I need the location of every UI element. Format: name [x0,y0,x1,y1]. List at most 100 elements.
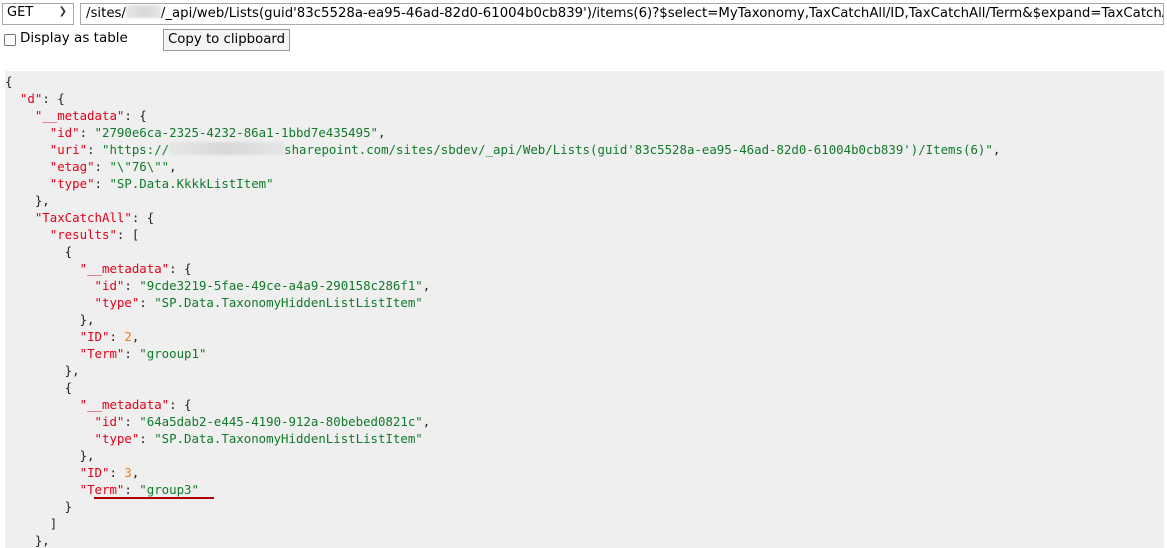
json-punctuation: { [5,244,73,259]
json-string: "SP.Data.TaxonomyHiddenListListItem" [154,295,423,310]
json-punctuation: }, [5,312,95,327]
json-punctuation [5,278,95,293]
json-line: "__metadata": { [5,107,1164,124]
json-string: sharepoint.com/sites/sbdev/_api/Web/List… [284,142,993,157]
json-punctuation [5,482,80,497]
json-punctuation [5,142,50,157]
json-punctuation: }, [5,363,80,378]
json-punctuation: : [94,176,110,191]
json-string: "group3" [139,482,199,497]
json-response-panel: { "d": { "__metadata": { "id": "2790e6ca… [5,71,1164,548]
json-line: "ID": 3, [5,464,1164,481]
json-punctuation: , [131,329,140,344]
json-punctuation [5,346,80,361]
json-line: { [5,73,1164,90]
redacted-tenant-name [169,142,285,155]
json-line: }, [5,311,1164,328]
json-string: "64a5dab2-e445-4190-912a-80bebed0821c" [139,414,423,429]
json-punctuation [5,176,50,191]
json-line: "Term": "grooup1" [5,345,1164,362]
json-line: "ID": 2, [5,328,1164,345]
json-key: "Term" [79,482,125,497]
json-punctuation: { [5,74,13,89]
json-key: "ID" [79,465,110,480]
json-punctuation: : [ [116,227,140,242]
json-punctuation [5,329,80,344]
json-punctuation: : { [169,397,192,412]
json-key: "type" [94,431,140,446]
json-punctuation: : { [169,261,192,276]
json-key: "__metadata" [79,397,170,412]
json-punctuation: : [79,125,95,140]
json-string: "https:// [102,142,170,157]
json-punctuation: ] [5,516,58,531]
copy-to-clipboard-button[interactable]: Copy to clipboard [163,29,291,51]
json-punctuation: : [124,278,140,293]
json-punctuation [5,227,50,242]
json-punctuation: , [169,159,177,174]
json-key: "Term" [79,346,125,361]
json-line: "type": "SP.Data.TaxonomyHiddenListListI… [5,294,1164,311]
json-punctuation: : { [42,91,65,106]
json-line: }, [5,447,1164,464]
json-key: "id" [94,414,125,429]
json-string: "SP.Data.KkkkListItem" [109,176,274,191]
json-line: }, [5,192,1164,209]
json-punctuation: : [139,295,155,310]
json-string: "SP.Data.TaxonomyHiddenListListItem" [154,431,423,446]
json-punctuation: } [5,499,73,514]
json-key: "__metadata" [79,261,170,276]
json-line: "id": "9cde3219-5fae-49ce-a4a9-290158c28… [5,277,1164,294]
url-prefix: /sites/ [86,6,126,21]
json-punctuation [5,159,50,174]
json-line: "id": "2790e6ca-2325-4232-86a1-1bbd7e435… [5,124,1164,141]
json-punctuation: , [422,278,431,293]
json-punctuation: : [124,346,140,361]
json-key: "etag" [49,159,95,174]
json-line: "TaxCatchAll": { [5,209,1164,226]
json-line: "__metadata": { [5,396,1164,413]
json-punctuation [5,397,80,412]
json-punctuation [5,431,95,446]
json-line: "d": { [5,90,1164,107]
json-punctuation: }, [5,448,95,463]
json-punctuation [5,108,35,123]
json-key: "TaxCatchAll" [34,210,132,225]
json-punctuation: : [124,482,140,497]
json-key: "d" [19,91,43,106]
json-line: } [5,498,1164,515]
request-url-input[interactable]: /sites/ /_api/web/Lists(guid'83c5528a-ea9… [80,3,1164,25]
json-punctuation: : [124,414,140,429]
json-response-text: { "d": { "__metadata": { "id": "2790e6ca… [5,71,1164,548]
json-punctuation: { [5,380,73,395]
url-suffix: /_api/web/Lists(guid'83c5528a-ea95-46ad-… [160,6,1164,21]
json-number: 2 [124,329,132,344]
json-punctuation: }, [5,533,50,548]
json-punctuation: , [131,465,140,480]
json-punctuation [5,91,20,106]
json-key: "type" [94,295,140,310]
json-line: "results": [ [5,226,1164,243]
json-number: 3 [124,465,132,480]
json-line: }, [5,362,1164,379]
json-key: "results" [49,227,117,242]
json-punctuation: , [992,142,1001,157]
json-punctuation: , [378,125,386,140]
json-punctuation: : { [131,210,155,225]
display-as-table-checkbox[interactable] [4,34,16,46]
json-punctuation: : { [124,108,147,123]
json-key: "ID" [79,329,110,344]
json-punctuation: : [139,431,155,446]
json-string: "grooup1" [139,346,207,361]
http-method-select[interactable]: GET ❯ [2,3,74,25]
json-line: { [5,243,1164,260]
http-method-value: GET [7,5,34,20]
json-line: "type": "SP.Data.TaxonomyHiddenListListI… [5,430,1164,447]
json-key: "uri" [49,142,88,157]
chevron-down-icon: ❯ [58,6,67,17]
json-line: "Term": "group3" [5,481,1164,498]
display-as-table-label[interactable]: Display as table [20,30,128,46]
request-toolbar: GET ❯ /sites/ /_api/web/Lists(guid'83c552… [0,0,1167,30]
json-key: "__metadata" [34,108,125,123]
json-line: "type": "SP.Data.KkkkListItem" [5,175,1164,192]
